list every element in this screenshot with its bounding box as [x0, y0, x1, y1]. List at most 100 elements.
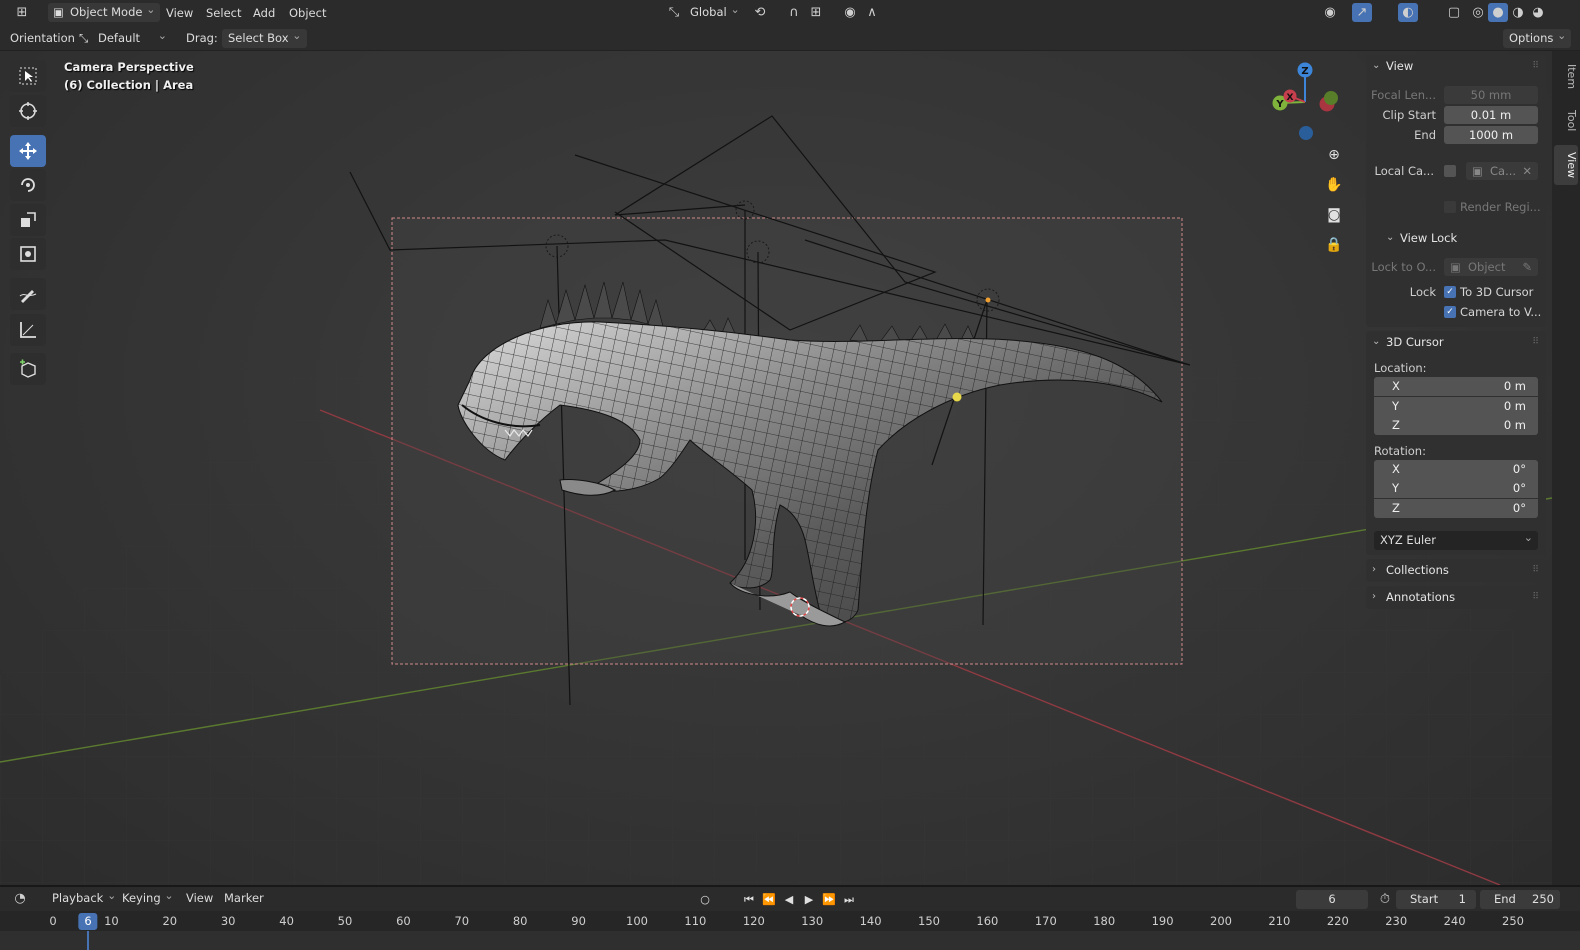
tab-tool[interactable]: Tool: [1554, 101, 1578, 141]
focal-length-field[interactable]: 50 mm: [1444, 86, 1538, 104]
view-lock-title: View Lock: [1400, 231, 1458, 245]
object-mode-icon: ▣: [53, 5, 64, 19]
drag-grip-icon[interactable]: ⠿: [1532, 331, 1539, 353]
lock-cursor-row: Lock ✓ To 3D Cursor: [1366, 282, 1546, 302]
move-tool[interactable]: [10, 135, 46, 167]
rendered-shading-icon[interactable]: ◕: [1528, 3, 1548, 22]
location-y-row[interactable]: Y 0 m: [1374, 396, 1538, 417]
collections-header[interactable]: › Collections ⠿: [1366, 559, 1546, 581]
ruler-tick-label: 110: [684, 914, 707, 928]
menu-object[interactable]: Object: [283, 4, 332, 22]
mode-dropdown[interactable]: ▣ Object Mode: [48, 0, 161, 22]
3d-cursor-panel: ⌄ 3D Cursor ⠿ Location: X 0 m Y 0 m Z 0 m R…: [1366, 331, 1546, 555]
jump-keyframe-forward-icon[interactable]: ⏩: [820, 892, 838, 908]
wireframe-shading-icon[interactable]: ◎: [1468, 3, 1488, 22]
timeline-menu-view[interactable]: View: [180, 889, 219, 907]
lock-icon[interactable]: 🔒: [1322, 233, 1346, 257]
rotation-z-row[interactable]: Z 0°: [1374, 498, 1538, 519]
camera-view-icon[interactable]: ◙: [1322, 203, 1346, 227]
drag-dropdown[interactable]: Select Box: [222, 26, 307, 48]
tab-item[interactable]: Item: [1554, 57, 1578, 97]
navigation-gizmo[interactable]: Z Y X: [1272, 62, 1339, 141]
orientation-dropdown[interactable]: ⤡ Default: [74, 26, 172, 48]
annotations-panel[interactable]: › Annotations ⠿: [1366, 586, 1546, 609]
visibility-icon[interactable]: ◉: [1320, 3, 1340, 22]
playhead-line[interactable]: [87, 931, 89, 950]
view-panel-header[interactable]: ⌄ View ⠿: [1366, 55, 1546, 77]
snap-target-icon[interactable]: ⊞: [806, 3, 826, 22]
drag-grip-icon[interactable]: ⠿: [1532, 559, 1539, 581]
overlay-toggle-icon[interactable]: ◐: [1398, 3, 1418, 22]
annotate-tool[interactable]: [10, 278, 46, 310]
editor-type-icon[interactable]: ⊞: [12, 3, 32, 22]
keying-dropdown[interactable]: Keying: [116, 886, 179, 908]
timeline-track-area[interactable]: [0, 931, 1580, 950]
3d-viewport[interactable]: Z Y X Camera Perspective (6) Collection …: [0, 51, 1552, 885]
collections-panel[interactable]: › Collections ⠿: [1366, 559, 1546, 582]
ruler-tick-label: 30: [220, 914, 236, 928]
add-cube-tool[interactable]: [10, 353, 46, 385]
local-camera-field[interactable]: ▣ Ca... ✕: [1466, 162, 1538, 180]
snap-icon[interactable]: ∩: [784, 3, 804, 22]
local-camera-checkbox[interactable]: [1444, 165, 1456, 177]
timeline-editor-icon[interactable]: ◔: [10, 889, 30, 908]
clear-icon[interactable]: ✕: [1522, 162, 1532, 180]
location-z-row[interactable]: Z 0 m: [1374, 416, 1538, 436]
end-frame-field[interactable]: End 250: [1480, 890, 1560, 909]
auto-keying-icon[interactable]: ○: [696, 892, 714, 908]
eyedropper-icon[interactable]: ✎: [1522, 258, 1532, 276]
jump-end-icon[interactable]: ⏭: [840, 892, 858, 908]
play-reverse-icon[interactable]: ◀: [780, 892, 798, 908]
tab-view[interactable]: View: [1554, 145, 1578, 185]
proportional-edit-icon[interactable]: ◉: [840, 3, 860, 22]
rotation-mode-dropdown[interactable]: XYZ Euler: [1374, 528, 1538, 550]
current-frame-field[interactable]: 6: [1296, 890, 1368, 909]
clip-start-field[interactable]: 0.01 m: [1444, 106, 1538, 124]
lock-to-object-field[interactable]: ▣ Object ✎: [1444, 258, 1538, 276]
transform-tool[interactable]: [10, 238, 46, 270]
preview-range-icon[interactable]: ⏱: [1375, 890, 1395, 909]
view-lock-header[interactable]: ⌄ View Lock: [1366, 227, 1546, 249]
transform-orientation-dropdown[interactable]: Global: [684, 0, 745, 22]
playback-dropdown[interactable]: Playback: [46, 886, 121, 908]
cursor-tool[interactable]: [10, 95, 46, 127]
timeline-ruler[interactable]: 0 6 10 20 30 40 50 60 70 80 90 100 110 120 130 140 150 16…: [0, 911, 1580, 931]
jump-keyframe-back-icon[interactable]: ⏪: [760, 892, 778, 908]
drag-grip-icon[interactable]: ⠿: [1532, 586, 1539, 608]
options-label: Options: [1509, 31, 1554, 45]
location-x-row[interactable]: X 0 m: [1374, 377, 1538, 397]
material-shading-icon[interactable]: ◑: [1508, 3, 1528, 22]
rotate-tool[interactable]: [10, 169, 46, 201]
menu-view[interactable]: View: [160, 4, 199, 22]
camera-to-view-checkbox[interactable]: ✓: [1444, 306, 1456, 318]
menu-select[interactable]: Select: [200, 4, 247, 22]
zoom-icon[interactable]: ⊕: [1322, 143, 1346, 167]
solid-shading-icon[interactable]: ●: [1488, 3, 1508, 22]
rotation-y-row[interactable]: Y 0°: [1374, 479, 1538, 499]
pivot-point-icon[interactable]: ⟲: [750, 3, 770, 22]
3d-cursor-header[interactable]: ⌄ 3D Cursor ⠿: [1366, 331, 1546, 353]
rotation-x-row[interactable]: X 0°: [1374, 459, 1538, 480]
xray-icon[interactable]: ▢: [1444, 3, 1464, 22]
drag-value: Select Box: [228, 31, 289, 45]
clip-end-field[interactable]: 1000 m: [1444, 126, 1538, 144]
menu-add[interactable]: Add: [247, 4, 281, 22]
pan-hand-icon[interactable]: ✋: [1322, 173, 1346, 197]
jump-start-icon[interactable]: ⏮: [740, 892, 758, 908]
to-3d-cursor-checkbox[interactable]: ✓: [1444, 286, 1456, 298]
play-icon[interactable]: ▶: [800, 892, 818, 908]
timeline-menu-marker[interactable]: Marker: [218, 889, 270, 907]
measure-tool[interactable]: [10, 314, 46, 346]
annotations-header[interactable]: › Annotations ⠿: [1366, 586, 1546, 608]
falloff-icon[interactable]: ∧: [862, 3, 882, 22]
select-box-tool[interactable]: [10, 60, 46, 92]
rotation-x-axis: X: [1392, 461, 1400, 476]
current-frame-badge[interactable]: 6: [78, 913, 98, 930]
orientation-icon: ⤡: [79, 31, 89, 45]
options-dropdown[interactable]: Options: [1503, 26, 1572, 48]
start-frame-field[interactable]: Start 1: [1396, 890, 1476, 909]
drag-grip-icon[interactable]: ⠿: [1532, 55, 1539, 77]
gizmo-toggle-icon[interactable]: ↗: [1352, 3, 1372, 22]
scale-tool[interactable]: [10, 204, 46, 236]
render-region-checkbox[interactable]: [1444, 201, 1456, 213]
